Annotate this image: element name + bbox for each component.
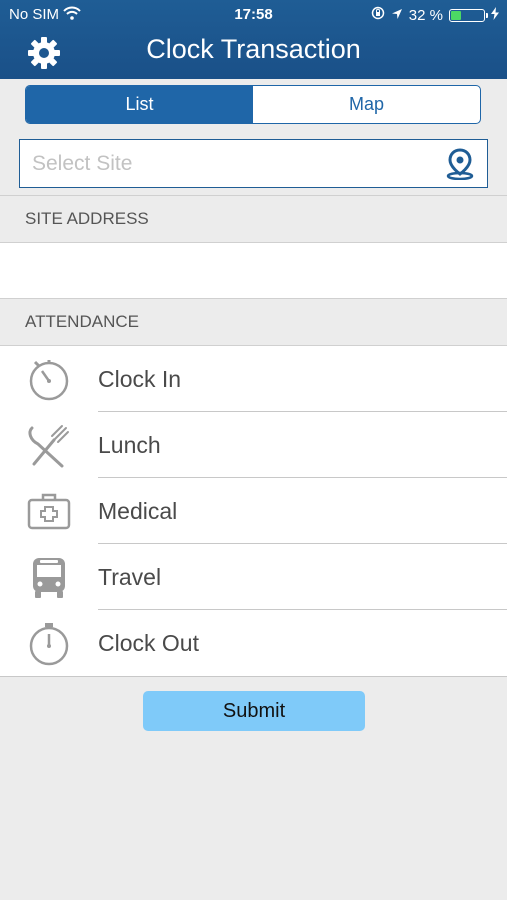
section-attendance: ATTENDANCE (0, 298, 507, 346)
section-site-address: SITE ADDRESS (0, 195, 507, 243)
top-bar: No SIM 17:58 32 % Clock Transaction (0, 0, 507, 79)
segment-list[interactable]: List (26, 86, 253, 123)
status-right: 32 % (371, 6, 499, 24)
charging-bolt-icon (491, 6, 499, 24)
site-address-value (0, 243, 507, 298)
site-input[interactable] (20, 140, 434, 188)
view-segmented-control: List Map (25, 85, 481, 124)
stopwatch-icon (26, 358, 72, 402)
location-arrow-icon (391, 7, 403, 24)
orientation-lock-icon (371, 6, 385, 24)
site-selector[interactable] (19, 139, 488, 188)
attendance-list: Clock In Lunch Medical Travel Clock Out (0, 346, 507, 677)
submit-button[interactable]: Submit (143, 691, 365, 731)
battery-percent: 32 % (408, 6, 443, 24)
segment-map[interactable]: Map (253, 86, 480, 123)
location-pin-icon[interactable] (445, 148, 475, 181)
fork-knife-icon (26, 424, 72, 468)
attendance-label: Travel (98, 564, 162, 590)
bus-icon (26, 556, 72, 600)
attendance-label: Medical (98, 498, 178, 524)
battery-level (451, 10, 461, 20)
attendance-item-clock-in[interactable]: Clock In (0, 346, 507, 412)
attendance-item-clock-out[interactable]: Clock Out (0, 610, 507, 676)
page-title: Clock Transaction (146, 34, 361, 64)
attendance-label: Clock In (98, 366, 182, 392)
attendance-item-medical[interactable]: Medical (0, 478, 507, 544)
attendance-item-travel[interactable]: Travel (0, 544, 507, 610)
battery-icon (449, 8, 488, 22)
attendance-label: Lunch (98, 432, 161, 458)
attendance-item-lunch[interactable]: Lunch (0, 412, 507, 478)
stopwatch-icon (26, 622, 72, 666)
status-bar: No SIM 17:58 32 % (0, 0, 507, 28)
first-aid-kit-icon (26, 490, 72, 534)
attendance-label: Clock Out (98, 630, 199, 656)
